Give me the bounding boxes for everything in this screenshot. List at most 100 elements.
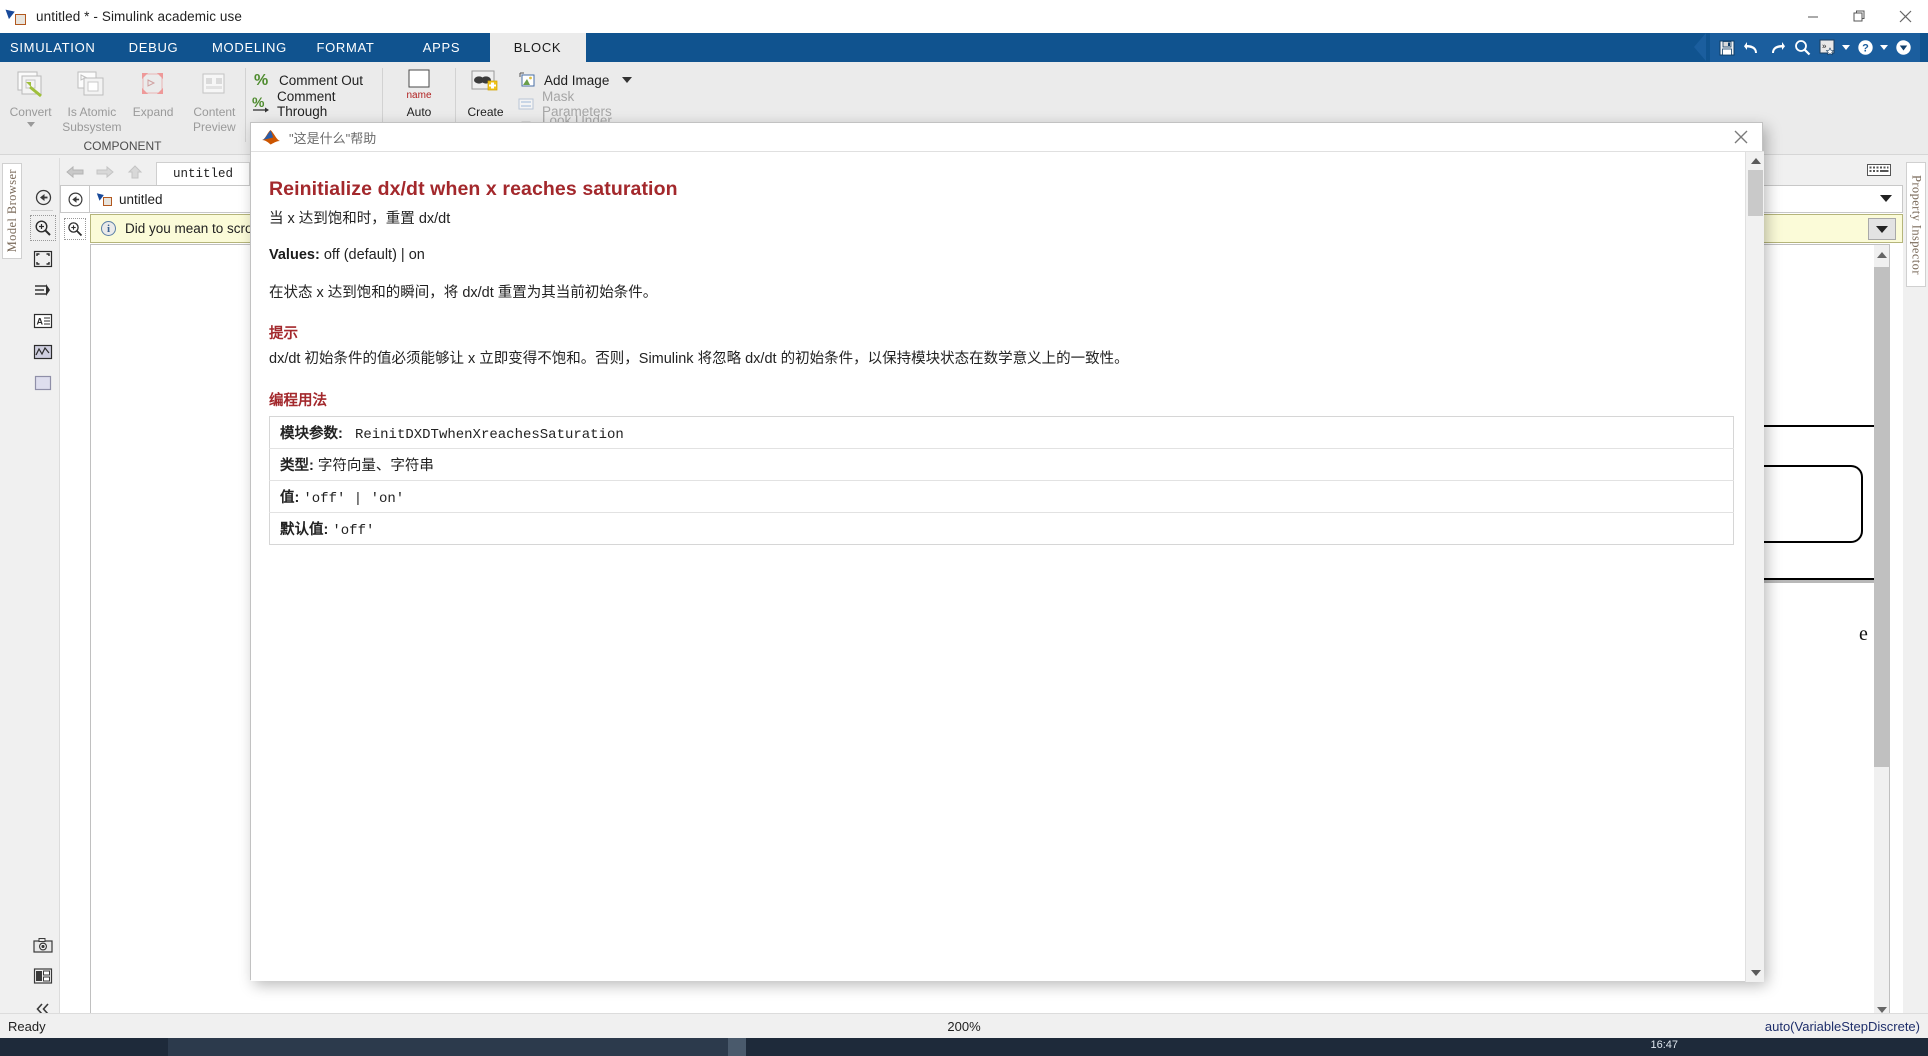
add-image-icon: [517, 70, 537, 90]
breadcrumb-caret-icon[interactable]: [1880, 195, 1892, 202]
help-values-text: off (default) | on: [323, 246, 425, 263]
property-inspector-tab[interactable]: Property Inspector: [1906, 162, 1926, 287]
help-scroll-track[interactable]: [1746, 170, 1764, 964]
close-icon[interactable]: [1728, 126, 1754, 148]
add-image-caret-icon[interactable]: [622, 77, 633, 83]
maximize-icon[interactable]: [1836, 0, 1882, 33]
help-heading: Reinitialize dx/dt when x reaches satura…: [269, 178, 678, 200]
nav-forward-icon[interactable]: [90, 158, 120, 185]
comment-through-label: Comment Through: [277, 89, 336, 119]
info-icon: i: [101, 221, 116, 236]
auto-name-label-1: Auto: [406, 105, 432, 119]
is-atomic-subsystem-button[interactable]: Is Atomic Subsystem: [61, 66, 122, 134]
help-scroll-down-icon[interactable]: [1746, 964, 1765, 982]
taskbar-segment: [168, 1038, 728, 1056]
help-scroll-thumb[interactable]: [1748, 170, 1763, 216]
save-icon[interactable]: [1716, 37, 1738, 59]
simulink-model-icon: [96, 191, 113, 206]
comment-through-button[interactable]: % Comment Through: [248, 89, 380, 119]
content-preview-button[interactable]: Content Preview: [184, 66, 245, 134]
breadcrumb-item-untitled[interactable]: untitled: [90, 191, 163, 207]
help-usage-heading: 编程用法: [269, 393, 327, 409]
tab-simulation[interactable]: SIMULATION: [0, 33, 106, 62]
simulink-window: untitled * - Simulink academic use SIMUL…: [0, 0, 1928, 1056]
help-values-line: Values: off (default) | on: [269, 245, 1723, 267]
canvas-scroll-up-icon[interactable]: [1874, 247, 1889, 263]
quick-access-caret-icon[interactable]: [1841, 37, 1851, 59]
help-scroll-up-icon[interactable]: [1746, 152, 1765, 170]
help-values-label: Values:: [269, 246, 320, 263]
undo-icon[interactable]: [1741, 37, 1763, 59]
svg-text:%: %: [252, 94, 265, 110]
help-description: 在状态 x 达到饱和的瞬间，将 dx/dt 重置为其当前初始条件。: [269, 284, 658, 301]
taskbar-clock: 16:47: [1650, 1039, 1678, 1051]
is-atomic-label-1: Is Atomic: [67, 105, 117, 119]
title-bar: untitled * - Simulink academic use: [0, 0, 1928, 33]
tab-debug[interactable]: DEBUG: [106, 33, 202, 62]
svg-text:%: %: [254, 72, 268, 89]
content-preview-icon: [197, 66, 231, 104]
ribbon-group-component-label: COMPONENT: [83, 139, 162, 153]
convert-label: Convert: [9, 105, 52, 119]
table-row-value: 字符向量、字符串: [317, 458, 434, 474]
message-expand-button[interactable]: [1868, 218, 1896, 240]
redo-icon[interactable]: [1766, 37, 1788, 59]
navigate-back-icon[interactable]: [30, 184, 56, 210]
ribbon-separator-1: [245, 68, 246, 142]
left-dock: Model Browser: [0, 158, 24, 1025]
breadcrumb-label: untitled: [119, 191, 163, 207]
convert-caret-icon[interactable]: [26, 122, 35, 127]
convert-button[interactable]: Convert: [0, 66, 61, 127]
help-caret-icon[interactable]: [1879, 37, 1889, 59]
search-icon[interactable]: [1791, 37, 1813, 59]
zoom-tool-icon[interactable]: [64, 218, 86, 240]
signal-routing-icon[interactable]: [30, 277, 56, 303]
nav-up-icon[interactable]: [120, 158, 150, 185]
table-row-value: 'off' | 'on': [303, 491, 405, 507]
canvas-block-inner-shape: [1753, 465, 1863, 543]
status-zoom-level[interactable]: 200%: [947, 1019, 980, 1034]
canvas-vertical-scrollbar[interactable]: [1874, 245, 1889, 1018]
model-browser-tab[interactable]: Model Browser: [2, 163, 22, 259]
tab-format[interactable]: FORMAT: [298, 33, 394, 62]
tab-apps[interactable]: APPS: [394, 33, 490, 62]
help-usage-table: 模块参数: ReinitDXDTwhenXreachesSaturation 类…: [269, 416, 1734, 545]
expand-label: Expand: [132, 105, 174, 119]
svg-text:A: A: [37, 317, 44, 327]
whats-this-help-dialog[interactable]: "这是什么"帮助 Reinitialize dx/dt when x reach…: [250, 122, 1764, 982]
snapshot-icon[interactable]: [30, 933, 56, 959]
help-subtitle: 当 x 达到饱和时，重置 dx/dt: [269, 211, 451, 227]
help-dialog-title-bar: "这是什么"帮助: [251, 123, 1762, 151]
table-row-value: 'off': [332, 523, 375, 539]
tab-block[interactable]: BLOCK: [489, 33, 586, 62]
table-row: 默认值: 'off': [270, 513, 1734, 545]
tab-modeling[interactable]: MODELING: [202, 33, 298, 62]
favorites-icon[interactable]: »: [1816, 37, 1838, 59]
help-tip-heading: 提示: [269, 326, 298, 343]
close-icon[interactable]: [1882, 0, 1928, 33]
help-dialog-scrollbar[interactable]: [1745, 152, 1764, 982]
property-inspector-label: Property Inspector: [1909, 174, 1924, 275]
keyboard-icon[interactable]: [1867, 163, 1891, 177]
comment-out-icon: %: [252, 70, 272, 90]
annotation-icon[interactable]: A: [30, 308, 56, 334]
table-row: 类型: 字符向量、字符串: [269, 448, 1734, 481]
model-tab-untitled[interactable]: untitled: [156, 162, 251, 185]
layout-icon[interactable]: [30, 963, 56, 989]
nav-back-icon[interactable]: [60, 158, 90, 185]
fit-to-view-icon[interactable]: [30, 246, 56, 272]
canvas-scroll-thumb[interactable]: [1874, 267, 1889, 767]
model-tab-label: untitled: [173, 167, 234, 181]
help-icon[interactable]: ?: [1854, 37, 1876, 59]
canvas-block[interactable]: [1751, 425, 1889, 580]
add-image-label: Add Image: [544, 72, 610, 88]
zoom-in-icon[interactable]: [30, 215, 56, 241]
status-bar: Ready 200% auto(VariableStepDiscrete): [0, 1013, 1928, 1038]
breadcrumb-back-icon[interactable]: [61, 185, 89, 213]
scope-icon[interactable]: [30, 339, 56, 365]
expand-button[interactable]: Expand: [123, 66, 184, 119]
status-solver[interactable]: auto(VariableStepDiscrete): [1765, 1019, 1920, 1034]
area-icon[interactable]: [30, 370, 56, 396]
collapse-ribbon-icon[interactable]: [1892, 37, 1914, 59]
minimize-icon[interactable]: [1790, 0, 1836, 33]
